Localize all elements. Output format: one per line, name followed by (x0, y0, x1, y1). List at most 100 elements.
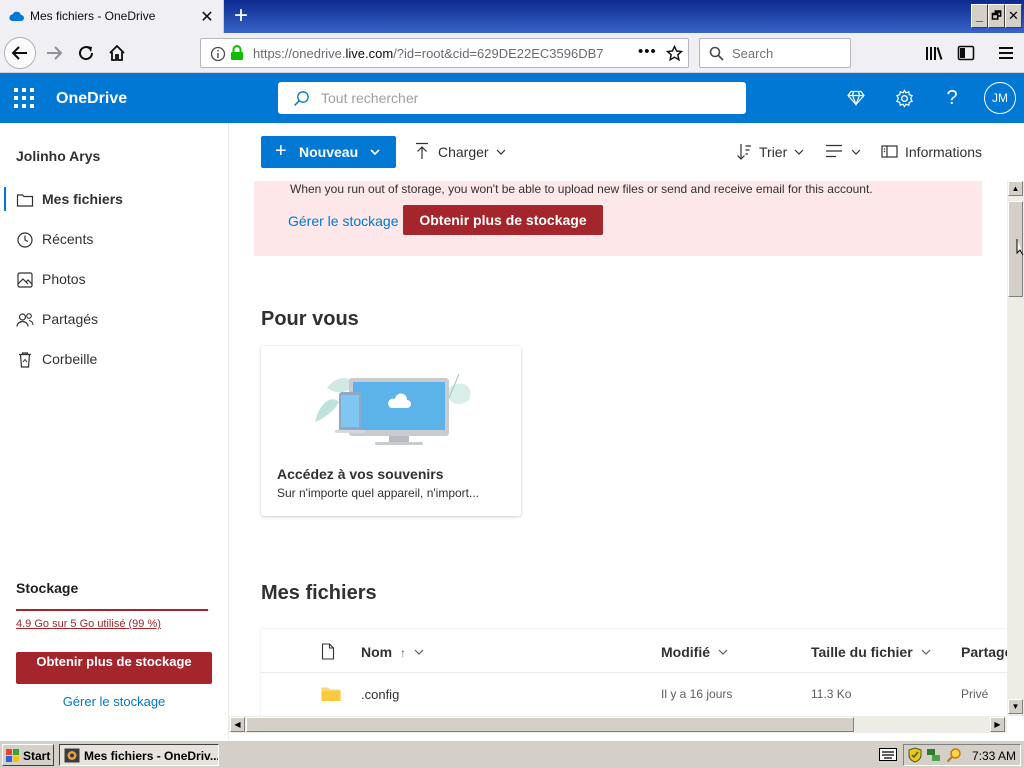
help-icon[interactable]: ? (940, 86, 964, 110)
bookmark-star-icon[interactable] (666, 45, 683, 62)
column-label: Taille du fichier (811, 644, 913, 660)
sidebar-item-photos[interactable]: Photos (0, 261, 228, 297)
user-name: Jolinho Arys (16, 148, 101, 164)
browser-tab[interactable]: Mes fichiers - OneDrive ✕ (0, 0, 224, 33)
storage-title: Stockage (16, 580, 79, 596)
home-button[interactable] (106, 42, 128, 64)
sidebar-item-partages[interactable]: Partagés (0, 301, 228, 337)
my-files-heading: Mes fichiers (261, 582, 377, 604)
manage-storage-link[interactable]: Gérer le stockage (0, 694, 228, 709)
new-button[interactable]: + Nouveau (261, 136, 396, 168)
sidebar-toggle-button[interactable] (955, 42, 977, 64)
shield-icon[interactable] (908, 747, 922, 763)
get-more-storage-button[interactable]: Obtenir plus de stockage (16, 652, 212, 684)
premium-button[interactable] (844, 86, 868, 110)
scroll-left-arrow-icon[interactable]: ◀ (230, 717, 245, 732)
folder-icon (16, 194, 34, 207)
onedrive-search-placeholder: Tout rechercher (321, 90, 419, 106)
new-tab-button[interactable]: + (230, 3, 252, 29)
system-tray: 7:33 AM (903, 744, 1021, 766)
information-label: Informations (905, 144, 983, 160)
search-tray-icon[interactable] (946, 747, 962, 763)
memories-card[interactable]: Accédez à vos souvenirs Sur n'importe qu… (261, 346, 521, 516)
close-window-button[interactable]: ✕ (1005, 4, 1022, 28)
file-name[interactable]: .config (361, 687, 399, 702)
sidebar-item-mes-fichiers[interactable]: Mes fichiers (0, 181, 228, 217)
scroll-down-arrow-icon[interactable]: ▼ (1008, 699, 1023, 714)
page-actions-icon[interactable]: ••• (638, 43, 657, 60)
card-title: Accédez à vos souvenirs (277, 466, 444, 482)
library-button[interactable] (923, 42, 945, 64)
sort-label: Trier (759, 144, 788, 160)
sort-ascending-icon: ↑ (400, 646, 407, 660)
storage-usage-text[interactable]: 4.9 Go sur 5 Go utilisé (99 %) (16, 618, 161, 630)
column-header-name[interactable]: Nom ↑ (361, 644, 424, 660)
scroll-up-arrow-icon[interactable]: ▲ (1008, 181, 1023, 196)
minimize-button[interactable]: _ (971, 4, 988, 28)
chevron-down-icon (370, 149, 380, 156)
network-icon[interactable] (926, 747, 942, 763)
back-button[interactable] (4, 37, 36, 69)
chevron-down-icon (414, 649, 424, 655)
restore-button[interactable]: 🗗 (988, 4, 1005, 28)
tab-close-icon[interactable]: ✕ (198, 7, 216, 27)
card-subtitle: Sur n'importe quel appareil, n'import... (277, 486, 480, 500)
forward-arrow-icon (47, 46, 63, 60)
file-sharing: Privé (961, 687, 989, 701)
sidebar-item-recents[interactable]: Récents (0, 221, 228, 257)
column-header-size[interactable]: Taille du fichier (811, 644, 931, 660)
settings-button[interactable] (892, 86, 916, 110)
photo-icon (17, 272, 33, 288)
onedrive-cloud-icon (9, 11, 24, 21)
sidebar-item-corbeille[interactable]: Corbeille (0, 341, 228, 377)
browser-app-icon (64, 748, 80, 763)
storage-warning-banner: When you run out of storage, you won't b… (254, 181, 982, 256)
banner-manage-storage-link[interactable]: Gérer le stockage (288, 213, 399, 229)
file-type-icon[interactable] (321, 643, 335, 660)
screen: Mes fichiers - OneDrive ✕ + _ 🗗 ✕ https:… (0, 0, 1024, 768)
files-table: Nom ↑ Modifié Taille du fichier Partage … (261, 629, 1007, 716)
app-launcher-icon[interactable] (14, 88, 34, 108)
folder-icon (321, 687, 341, 701)
file-size: 11.3 Ko (811, 687, 852, 701)
scroll-right-arrow-icon[interactable]: ▶ (990, 717, 1005, 732)
recycle-bin-icon (19, 352, 31, 368)
column-header-modified[interactable]: Modifié (661, 644, 728, 660)
sidebar-icon (957, 45, 975, 61)
chevron-down-icon (794, 149, 804, 155)
lock-icon[interactable] (230, 45, 244, 61)
reload-button[interactable] (75, 42, 97, 64)
browser-titlebar: Mes fichiers - OneDrive ✕ + _ 🗗 ✕ (0, 0, 1024, 33)
plus-icon: + (275, 140, 287, 162)
sort-icon (737, 144, 751, 160)
chevron-down-icon (851, 149, 861, 155)
diamond-icon (847, 90, 865, 106)
hamburger-icon (999, 47, 1013, 59)
info-icon[interactable] (210, 46, 226, 62)
horizontal-scroll-thumb[interactable] (246, 717, 854, 732)
brand-title[interactable]: OneDrive (56, 90, 127, 108)
tab-title: Mes fichiers - OneDrive (30, 9, 156, 23)
menu-button[interactable] (995, 42, 1017, 64)
library-icon (926, 47, 943, 60)
for-you-heading: Pour vous (261, 308, 359, 330)
url-text[interactable]: https://onedrive.live.com/?id=root&cid=6… (253, 46, 604, 61)
horizontal-scrollbar[interactable]: ◀ ▶ (229, 716, 1007, 733)
banner-get-more-storage-button[interactable]: Obtenir plus de stockage (403, 205, 603, 235)
browser-search-box[interactable]: Search (699, 38, 851, 68)
onedrive-search-box[interactable]: Tout rechercher (278, 82, 746, 114)
keyboard-icon[interactable] (879, 748, 897, 761)
browser-search-placeholder: Search (732, 46, 774, 61)
column-label: Modifié (661, 644, 710, 660)
start-label: Start (23, 749, 51, 763)
taskbar-item-browser[interactable]: Mes fichiers - OneDriv... (59, 744, 219, 766)
search-icon (709, 46, 724, 61)
address-bar[interactable]: https://onedrive.live.com/?id=root&cid=6… (200, 38, 689, 68)
forward-button[interactable] (43, 42, 65, 64)
column-header-sharing[interactable]: Partage (961, 644, 1007, 660)
upload-label: Charger (438, 144, 489, 160)
start-button[interactable]: Start (2, 744, 54, 766)
avatar[interactable]: JM (984, 82, 1016, 114)
vertical-scrollbar[interactable]: ▲ ▼ (1007, 181, 1024, 716)
column-label: Nom (361, 644, 393, 660)
